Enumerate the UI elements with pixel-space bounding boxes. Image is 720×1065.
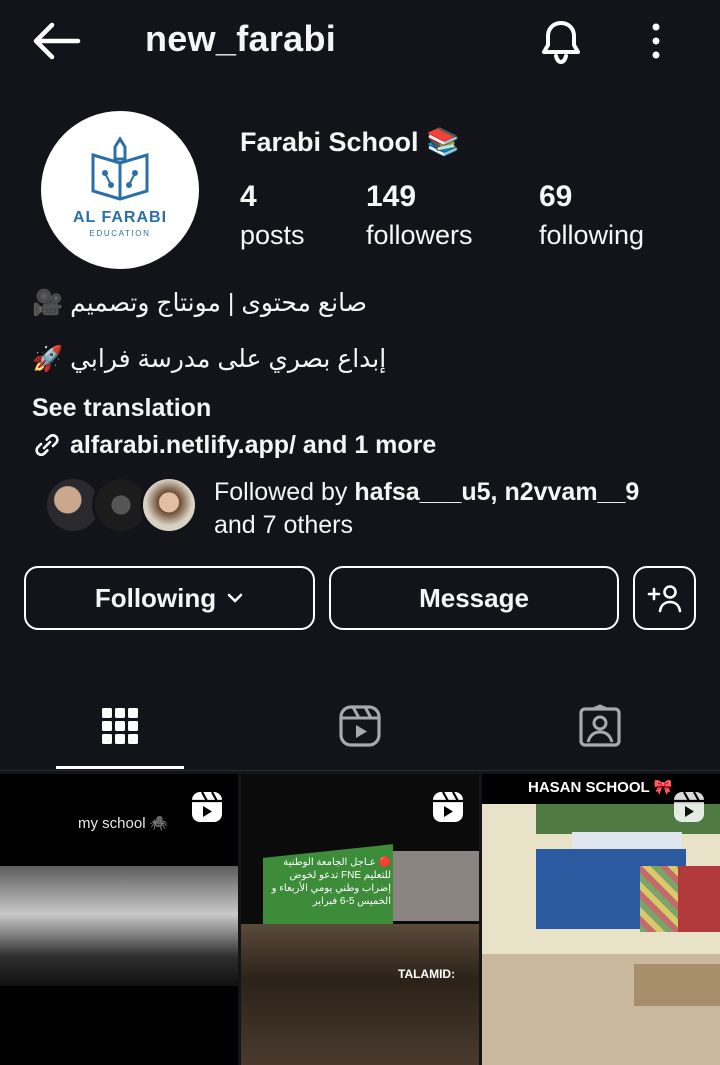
stat-following-count: 69 [539,180,573,213]
reels-icon [339,705,381,747]
post-thumbnail[interactable]: my school 🕷️ [0,774,238,1065]
bell-icon[interactable] [536,18,586,66]
followed-by-text[interactable]: Followed by hafsa___u5, n2vvam__9 and 7 … [214,476,639,542]
profile-tabs [0,690,720,772]
post-image [634,964,720,1006]
active-tab-indicator [56,766,184,769]
followed-by-prefix: Followed by [214,478,355,506]
reel-badge-icon [674,791,704,822]
post-thumbnail[interactable]: 🔴 عـاجل الجامعة الوطنية للتعليم FNE تدعو… [241,774,479,1065]
post-grid: my school 🕷️ 🔴 عـاجل الجامعة الوطنية للت… [0,774,720,1065]
stat-followers-label: followers [366,220,473,250]
following-button-label: Following [94,582,217,613]
stat-following[interactable]: 69 following [539,180,644,251]
grid-icon [102,708,138,744]
stat-followers[interactable]: 149 followers [366,180,473,251]
post-caption-text: TALAMID: [398,967,456,981]
reel-badge-icon [433,791,463,822]
profile-link[interactable]: alfarabi.netlify.app/ and 1 more [32,430,436,460]
stat-posts-label: posts [240,220,305,250]
followed-by-names: hafsa___u5, n2vvam__9 [354,478,640,506]
avatar-logo-subtitle: EDUCATION [89,229,151,238]
link-icon [35,433,59,457]
stat-posts-count: 4 [240,180,257,213]
chevron-down-icon [227,593,243,603]
profile-avatar[interactable]: AL FARABI EDUCATION [41,111,199,269]
post-image [393,851,479,921]
more-options-icon[interactable] [640,20,672,62]
display-name: Farabi School 📚 [240,127,460,157]
post-overlay-text: my school 🕷️ [78,815,169,832]
post-image [0,866,238,986]
post-headline-text: 🔴 عـاجل الجامعة الوطنية للتعليم FNE تدعو… [271,857,391,907]
stat-followers-count: 149 [366,180,417,213]
add-person-icon [647,585,681,613]
post-title-text: HASAN SCHOOL 🎀 [528,779,673,796]
top-bar: new_farabi [0,0,720,82]
profile-link-text: alfarabi.netlify.app/ and 1 more [70,430,437,459]
post-image [241,924,479,1065]
message-button[interactable]: Message [329,566,619,630]
see-translation-link[interactable]: See translation [32,394,211,423]
tabs-divider [0,770,720,771]
avatar-logo-name: AL FARABI [72,209,168,226]
add-user-button[interactable] [633,566,696,630]
post-image [572,832,682,850]
following-button[interactable]: Following [24,566,315,630]
stat-posts[interactable]: 4 posts [240,180,305,251]
follower-avatar [140,476,198,534]
followed-by-avatars[interactable] [44,476,204,536]
post-thumbnail[interactable]: HASAN SCHOOL 🎀 [482,774,720,1065]
bio-line-2: إبداع بصري على مدرسة فرابي 🚀 [32,345,387,373]
bio-line-1: صانع محتوى | مونتاج وتصميم 🎥 [32,289,367,317]
tab-tagged[interactable] [536,690,664,762]
al-farabi-logo-icon [91,136,149,201]
tagged-icon [579,704,621,747]
back-arrow-icon[interactable] [30,20,82,62]
tab-reels[interactable] [296,690,424,762]
message-button-label: Message [419,582,529,613]
followed-by-suffix: and 7 others [214,511,353,539]
tab-grid[interactable] [56,690,184,762]
post-image [640,866,680,932]
post-image [678,866,720,932]
reel-badge-icon [192,791,222,822]
stat-following-label: following [539,220,645,250]
profile-username: new_farabi [145,18,337,59]
